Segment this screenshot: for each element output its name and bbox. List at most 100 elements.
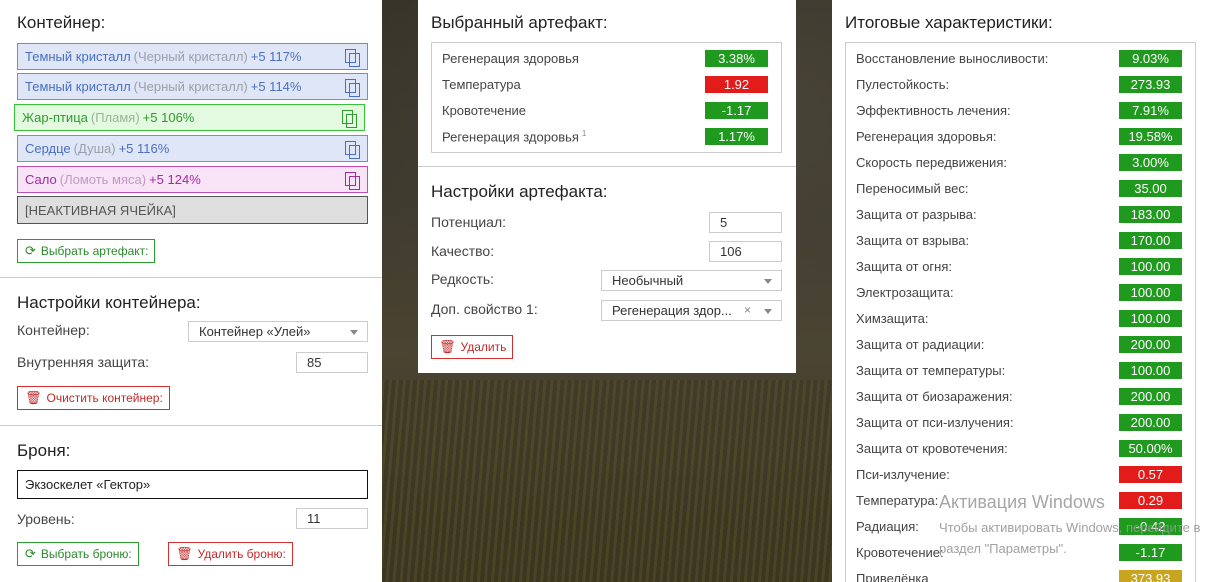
delete-artifact-button[interactable]: 🗑 Удалить [431, 335, 514, 359]
total-value: 50.00% [1119, 440, 1182, 457]
left-panel: Контейнер: Темный кристалл (Черный крист… [0, 0, 382, 582]
clear-icon[interactable]: × [744, 303, 751, 317]
total-name: Защита от разрыва: [856, 207, 977, 222]
select-armor-button[interactable]: ⟳ Выбрать броню: [17, 542, 139, 566]
copy-icon[interactable] [345, 172, 360, 190]
total-name: Защита от взрыва: [856, 233, 970, 248]
total-row: Скорость передвижения: 3.00% [846, 149, 1195, 175]
refresh-icon: ⟳ [25, 546, 36, 561]
quality-input[interactable]: 106 [709, 241, 782, 262]
total-name: Радиация: [856, 519, 919, 534]
total-row: Защита от разрыва: 183.00 [846, 201, 1195, 227]
total-value: 35.00 [1119, 180, 1182, 197]
total-value: -1.17 [1119, 544, 1182, 561]
middle-panel: Выбранный артефакт: Регенерация здоровья… [418, 0, 796, 373]
total-name: Температура: [856, 493, 939, 508]
total-row: Защита от радиации: 200.00 [846, 331, 1195, 357]
total-value: -0.42 [1119, 518, 1182, 535]
stat-row: Кровотечение -1.17 [432, 97, 781, 123]
armor-field[interactable]: Экзоскелет «Гектор» [17, 470, 368, 499]
copy-icon[interactable] [345, 141, 360, 159]
slot-bonus: +5 117% [250, 49, 302, 64]
total-row: Защита от пси-излучения: 200.00 [846, 409, 1195, 435]
delete-artifact-label: Удалить [460, 340, 507, 354]
total-value: 100.00 [1119, 258, 1182, 275]
total-value: 170.00 [1119, 232, 1182, 249]
total-row: Защита от кровотечения: 50.00% [846, 435, 1195, 461]
total-name: Эффективность лечения: [856, 103, 1011, 118]
level-input[interactable]: 11 [296, 508, 368, 529]
copy-icon[interactable] [345, 79, 360, 97]
stat-value: -1.17 [705, 102, 768, 119]
copy-icon[interactable] [342, 110, 357, 128]
select-artifact-button[interactable]: ⟳ Выбрать артефакт: [17, 239, 156, 263]
divider [0, 277, 382, 278]
chevron-down-icon [350, 330, 358, 335]
extra-property-select[interactable]: Регенерация здор... × [601, 300, 782, 321]
container-slot-3[interactable]: Жар-птица (Пламя) +5 106% [14, 104, 365, 131]
total-name: Скорость передвижения: [856, 155, 1007, 170]
rarity-select[interactable]: Необычный [601, 270, 782, 291]
total-row: Привелёнка 373.93 [846, 565, 1195, 582]
clear-container-button[interactable]: 🗑 Очистить контейнер: [17, 386, 170, 410]
stat-name: Регенерация здоровья [442, 51, 579, 66]
potential-input[interactable]: 5 [709, 212, 782, 233]
total-name: Пулестойкость: [856, 77, 950, 92]
trash-icon: 🗑 [25, 390, 42, 405]
total-row: Защита от огня: 100.00 [846, 253, 1195, 279]
slot-subname: (Черный кристалл) [133, 49, 248, 64]
total-value: 200.00 [1119, 388, 1182, 405]
clear-container-label: Очистить контейнер: [46, 391, 163, 405]
total-row: Химзащита: 100.00 [846, 305, 1195, 331]
total-value: 19.58% [1119, 128, 1182, 145]
total-row: Защита от температуры: 100.00 [846, 357, 1195, 383]
total-row: Радиация: -0.42 [846, 513, 1195, 539]
total-name: Переносимый вес: [856, 181, 969, 196]
slot-subname: (Черный кристалл) [133, 79, 248, 94]
container-select[interactable]: Контейнер «Улей» [188, 321, 368, 342]
quality-label: Качество: [431, 243, 495, 259]
delete-armor-button[interactable]: 🗑 Удалить броню: [168, 542, 293, 566]
total-name: Регенерация здоровья: [856, 129, 997, 144]
slot-bonus: +5 124% [149, 172, 201, 187]
protection-input[interactable]: 85 [296, 352, 368, 373]
rarity-select-value: Необычный [612, 273, 684, 288]
container-slot-inactive: [НЕАКТИВНАЯ ЯЧЕЙКА] [17, 196, 368, 224]
stat-row: Регенерация здоровья 3.38% [432, 45, 781, 71]
total-value: 100.00 [1119, 362, 1182, 379]
total-row: Температура: 0.29 [846, 487, 1195, 513]
container-title: Контейнер: [17, 13, 106, 32]
select-artifact-label: Выбрать артефакт: [40, 244, 149, 258]
total-name: Защита от биозаражения: [856, 389, 1013, 404]
total-name: Защита от температуры: [856, 363, 1006, 378]
total-name: Привелёнка [856, 571, 929, 582]
total-row: Электрозащита: 100.00 [846, 279, 1195, 305]
stat-row: Температура 1.92 [432, 71, 781, 97]
container-slot-5[interactable]: Сало (Ломоть мяса) +5 124% [17, 166, 368, 193]
divider [0, 425, 382, 426]
copy-icon[interactable] [345, 49, 360, 67]
right-panel: Итоговые характеристики: Восстановление … [832, 0, 1210, 582]
container-slot-4[interactable]: Сердце (Душа) +5 116% [17, 135, 368, 162]
container-label: Контейнер: [17, 322, 90, 338]
slot-bonus: +5 116% [118, 141, 170, 156]
total-value: 273.93 [1119, 76, 1182, 93]
level-label: Уровень: [17, 511, 75, 527]
slot-name: Жар-птица [22, 110, 88, 125]
total-value: 7.91% [1119, 102, 1182, 119]
rarity-label: Редкость: [431, 271, 495, 287]
selected-artifact-stats: Регенерация здоровья 3.38% Температура 1… [431, 42, 782, 153]
container-select-value: Контейнер «Улей» [199, 324, 311, 339]
stat-row: Регенерация здоровья 1 1.17% [432, 123, 781, 149]
container-slot-1[interactable]: Темный кристалл (Черный кристалл) +5 117… [17, 43, 368, 70]
stat-footnote: 1 [581, 129, 587, 138]
chevron-down-icon [764, 279, 772, 284]
total-row: Защита от биозаражения: 200.00 [846, 383, 1195, 409]
total-value: 373.93 [1119, 570, 1182, 582]
total-row: Пси-излучение: 0.57 [846, 461, 1195, 487]
stat-name-text: Регенерация здоровья [442, 129, 579, 145]
total-name: Защита от огня: [856, 259, 953, 274]
total-value: 100.00 [1119, 310, 1182, 327]
total-value: 183.00 [1119, 206, 1182, 223]
container-slot-2[interactable]: Темный кристалл (Черный кристалл) +5 114… [17, 73, 368, 100]
